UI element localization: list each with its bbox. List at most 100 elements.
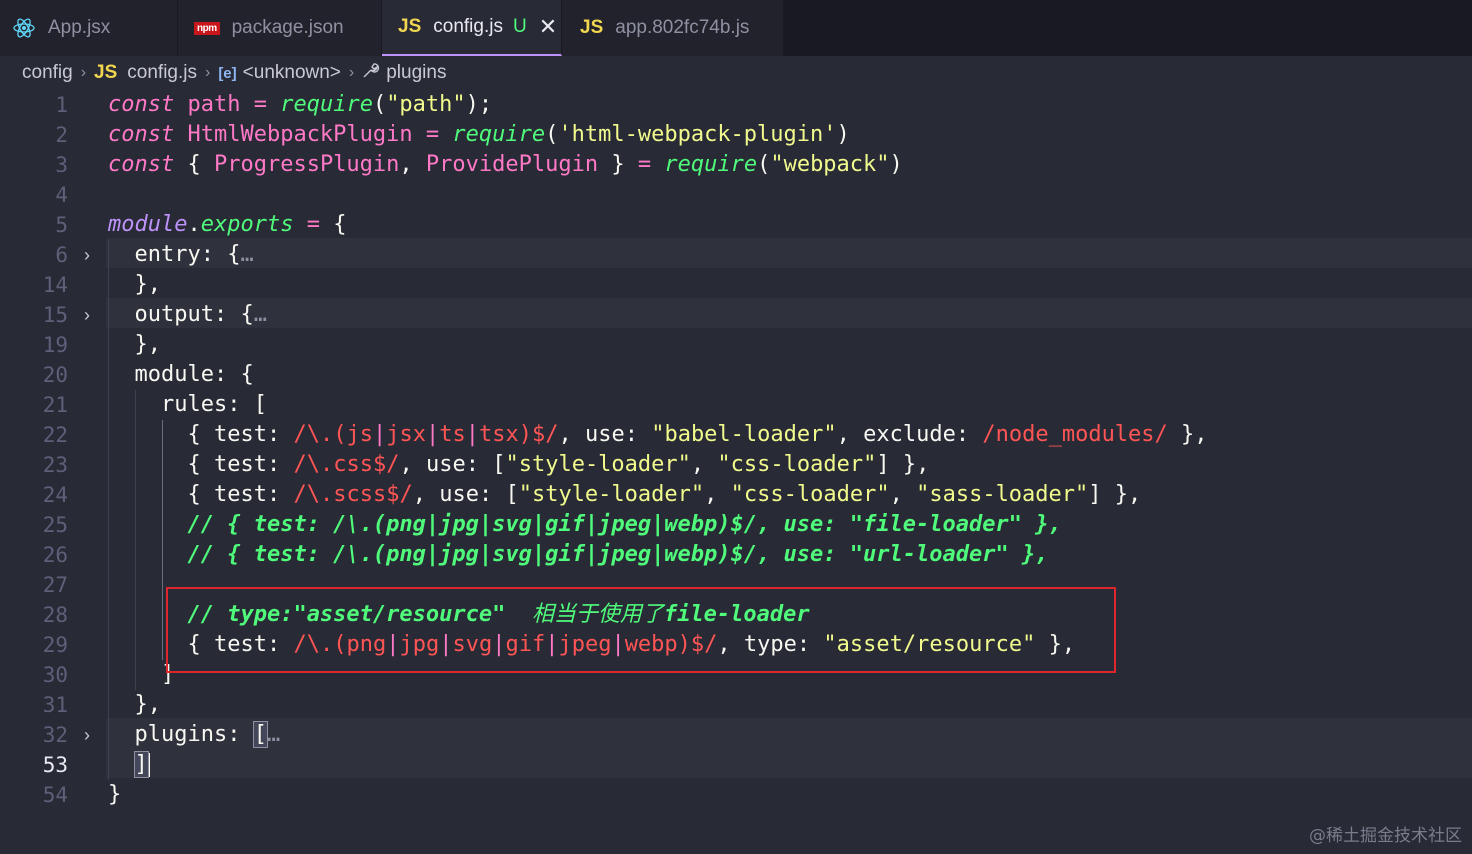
punctuation: }, bbox=[134, 272, 162, 297]
object-key: use bbox=[439, 482, 479, 507]
string: "path" bbox=[386, 92, 466, 117]
regex: /\. bbox=[293, 632, 334, 657]
punctuation: }, bbox=[1167, 422, 1208, 447]
operator: = bbox=[306, 212, 320, 237]
punctuation: ] bbox=[876, 452, 890, 477]
regex: (png bbox=[333, 632, 387, 657]
chevron-right-icon: › bbox=[348, 64, 355, 81]
regex: jpg bbox=[399, 632, 440, 657]
text-cursor bbox=[147, 753, 150, 777]
code-line-14: }, bbox=[108, 270, 162, 300]
punctuation: : bbox=[227, 392, 241, 417]
identifier: ProgressPlugin bbox=[213, 152, 400, 177]
breadcrumb-file[interactable]: config.js bbox=[127, 62, 197, 84]
code-line-24: { test: /\.scss$/, use: ["style-loader",… bbox=[108, 480, 1141, 510]
punctuation: { bbox=[187, 482, 214, 507]
regex: /\. bbox=[293, 452, 334, 477]
tab-package-json[interactable]: npm package.json bbox=[178, 0, 382, 56]
identifier: module bbox=[108, 212, 188, 237]
comment: // { test: /\.(png|jpg|svg|gif|jpeg|webp… bbox=[187, 512, 1062, 537]
comment: // { test: /\.(png|jpg|svg|gif|jpeg|webp… bbox=[187, 542, 1049, 567]
punctuation: : bbox=[266, 482, 294, 507]
punctuation: ); bbox=[465, 92, 493, 117]
regex: css bbox=[333, 452, 373, 477]
regex: svg bbox=[452, 632, 493, 657]
regex: tsx) bbox=[478, 422, 532, 447]
identifier: path bbox=[187, 92, 241, 117]
punctuation: , bbox=[399, 152, 426, 177]
line-number: 54 bbox=[42, 783, 68, 807]
folded-region-highlight bbox=[106, 298, 1472, 328]
code-editor[interactable]: 1 2 3 4 5 6 14 15 19 20 21 22 23 24 25 2… bbox=[0, 90, 1472, 854]
regex-operator: | bbox=[545, 632, 559, 657]
line-number: 19 bbox=[42, 333, 68, 357]
object-key: entry bbox=[134, 242, 201, 267]
regex-operator: | bbox=[611, 632, 625, 657]
breadcrumb-symbol[interactable]: <unknown> bbox=[243, 62, 341, 84]
close-icon[interactable]: ✕ bbox=[539, 16, 557, 38]
punctuation: : bbox=[478, 482, 506, 507]
folded-ellipsis[interactable]: … bbox=[254, 302, 267, 327]
tab-bar: App.jsx npm package.json JS config.js U … bbox=[0, 0, 1472, 56]
punctuation: : bbox=[266, 422, 294, 447]
fold-chevron-icon[interactable]: › bbox=[84, 240, 100, 270]
folded-ellipsis[interactable]: … bbox=[267, 722, 280, 747]
code-line-53: ] bbox=[108, 750, 150, 780]
punctuation: : bbox=[227, 722, 241, 747]
code-line-19: }, bbox=[108, 330, 162, 360]
variable-symbol-icon: [e] bbox=[218, 64, 237, 82]
breadcrumb-folder[interactable]: config bbox=[22, 62, 73, 84]
operator: = bbox=[637, 152, 652, 177]
chevron-right-icon: › bbox=[80, 64, 87, 81]
string: 'html-webpack-plugin' bbox=[558, 122, 837, 147]
code-line-2: const HtmlWebpackPlugin = require('html-… bbox=[108, 120, 850, 150]
fold-chevron-icon[interactable]: › bbox=[84, 300, 100, 330]
punctuation: , bbox=[412, 482, 440, 507]
tab-label: app.802fc74b.js bbox=[615, 17, 750, 38]
tab-app-bundle-js[interactable]: JS app.802fc74b.js bbox=[562, 0, 784, 56]
line-number: 25 bbox=[42, 513, 68, 537]
tab-app-jsx[interactable]: App.jsx bbox=[0, 0, 178, 56]
function-call: require bbox=[664, 152, 758, 177]
code-line-6: entry: {… bbox=[108, 240, 254, 270]
line-number: 29 bbox=[42, 633, 68, 657]
keyword: const bbox=[108, 92, 175, 117]
punctuation: }, bbox=[1035, 632, 1076, 657]
punctuation: : bbox=[465, 452, 493, 477]
string: "babel-loader" bbox=[651, 422, 837, 447]
punctuation: { bbox=[187, 152, 214, 177]
code-line-28: // type:"asset/resource" 相当于使用了file-load… bbox=[108, 600, 809, 630]
object-key: exclude bbox=[863, 422, 956, 447]
string: "sass-loader" bbox=[916, 482, 1089, 507]
comment: 相当于使用了 bbox=[531, 602, 664, 627]
regex-operator: | bbox=[425, 422, 440, 447]
line-number: 5 bbox=[55, 213, 68, 237]
punctuation: : bbox=[955, 422, 983, 447]
line-number: 30 bbox=[42, 663, 68, 687]
object-key: test bbox=[213, 632, 267, 657]
object-key: module bbox=[134, 362, 214, 387]
punctuation: }, bbox=[889, 452, 930, 477]
punctuation: { bbox=[187, 632, 214, 657]
punctuation: : bbox=[624, 422, 652, 447]
code-line-5: module.exports = { bbox=[108, 210, 346, 240]
tab-label: config.js bbox=[433, 16, 503, 37]
tab-config-js[interactable]: JS config.js U ✕ bbox=[382, 0, 562, 56]
folded-ellipsis[interactable]: … bbox=[240, 242, 253, 267]
line-number-gutter: 1 2 3 4 5 6 14 15 19 20 21 22 23 24 25 2… bbox=[0, 90, 70, 854]
breadcrumb-leaf[interactable]: plugins bbox=[386, 62, 446, 84]
punctuation: : bbox=[200, 242, 214, 267]
regex: scss bbox=[333, 482, 387, 507]
object-key: use bbox=[584, 422, 625, 447]
function-call: require bbox=[452, 122, 546, 147]
line-number: 53 bbox=[42, 753, 68, 777]
npm-icon: npm bbox=[194, 21, 220, 35]
folded-region-highlight bbox=[106, 238, 1472, 268]
line-number: 14 bbox=[42, 273, 68, 297]
line-number: 26 bbox=[42, 543, 68, 567]
punctuation: { bbox=[240, 302, 254, 327]
string: "css-loader" bbox=[717, 452, 877, 477]
string: "style-loader" bbox=[505, 452, 691, 477]
code-line-25: // { test: /\.(png|jpg|svg|gif|jpeg|webp… bbox=[108, 510, 1062, 540]
fold-chevron-icon[interactable]: › bbox=[84, 720, 100, 750]
